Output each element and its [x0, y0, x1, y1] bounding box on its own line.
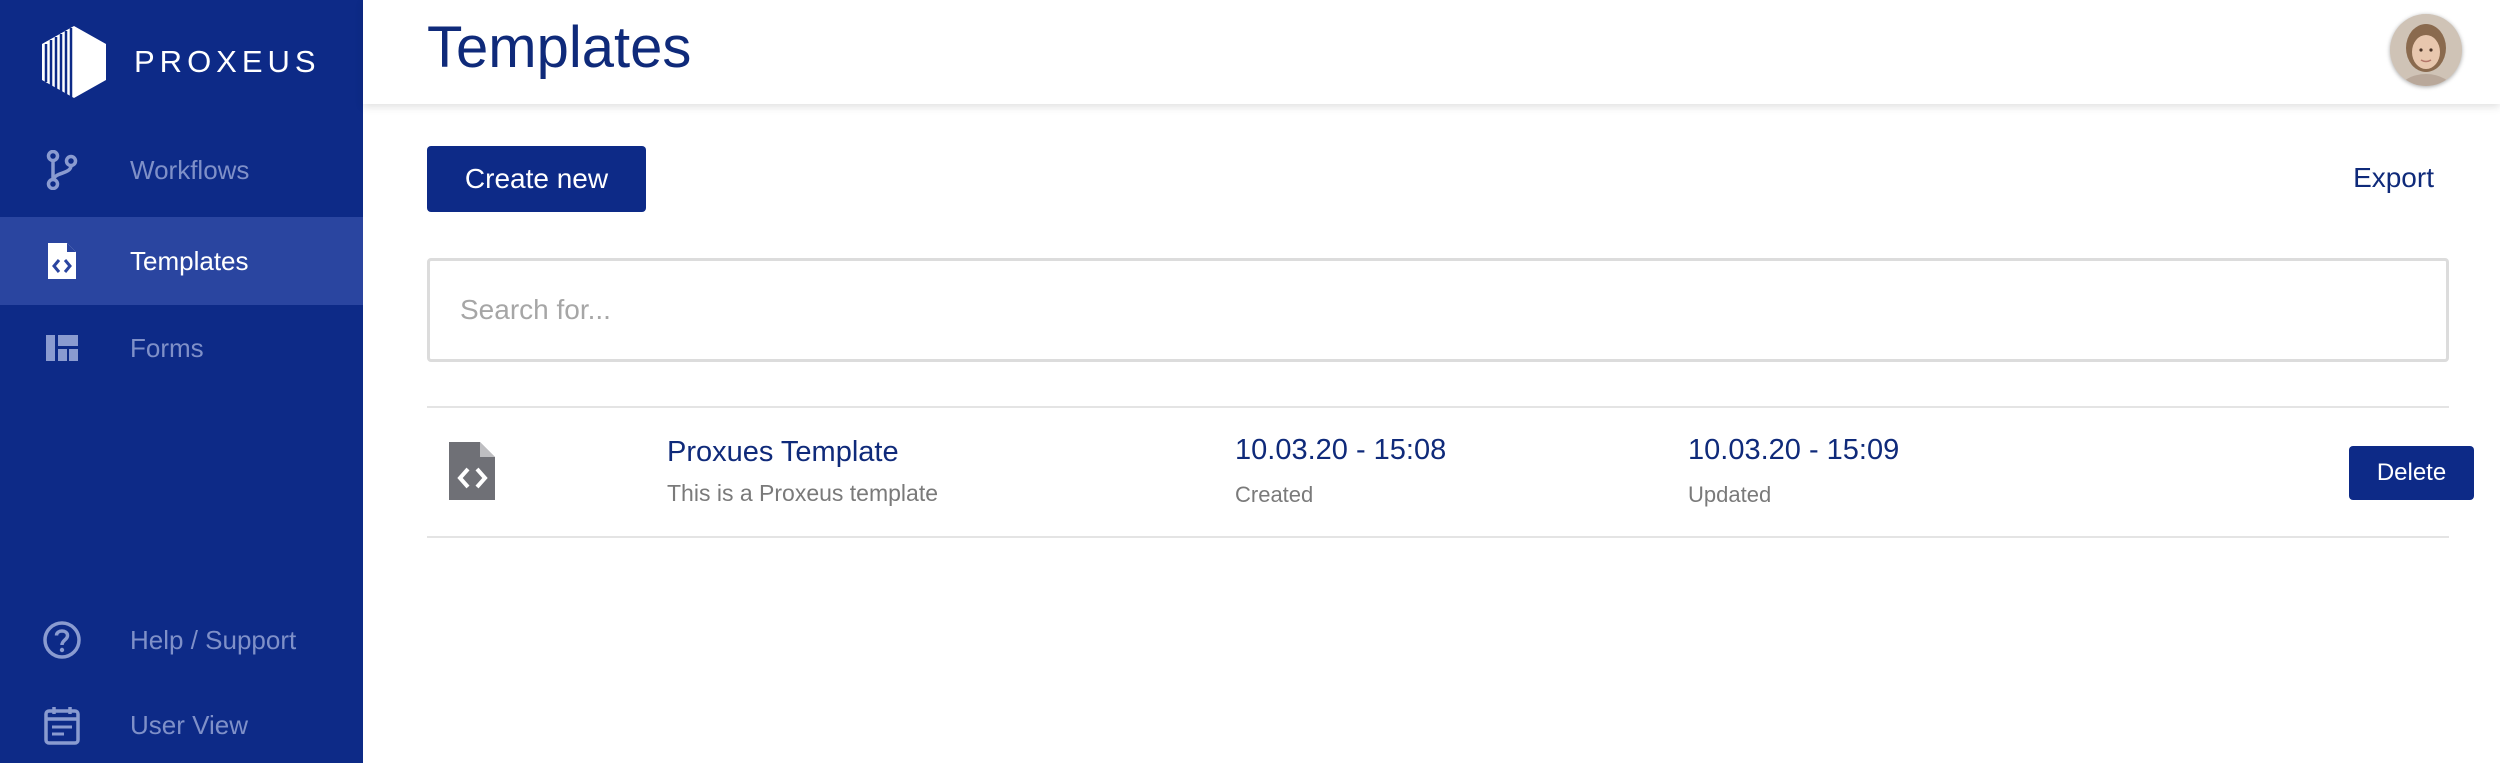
main-content: Create new Export Proxues Template This …	[363, 104, 2500, 763]
sidebar-item-user-view[interactable]: User View	[0, 681, 363, 769]
delete-button[interactable]: Delete	[2349, 446, 2474, 500]
created-date: 10.03.20 - 15:08	[1235, 434, 1447, 466]
sidebar-item-help[interactable]: Help / Support	[0, 596, 363, 684]
template-file-icon	[449, 442, 495, 500]
sidebar: PROXEUS Workflows Templates Forms Help /…	[0, 0, 363, 763]
help-icon	[42, 620, 82, 660]
calendar-icon	[42, 705, 82, 745]
page-title: Templates	[427, 15, 692, 80]
brand-name: PROXEUS	[134, 44, 321, 79]
brand[interactable]: PROXEUS	[40, 24, 321, 100]
template-row[interactable]: Proxues Template This is a Proxeus templ…	[427, 406, 2474, 538]
sidebar-item-label: User View	[130, 709, 249, 740]
sidebar-item-label: Workflows	[130, 154, 250, 185]
updated-label: Updated	[1688, 482, 1772, 507]
sidebar-item-workflows[interactable]: Workflows	[0, 126, 363, 214]
template-icon	[42, 241, 82, 281]
export-link[interactable]: Export	[2353, 162, 2434, 194]
updated-date: 10.03.20 - 15:09	[1688, 434, 1900, 466]
search-input[interactable]	[427, 258, 2449, 362]
template-description: This is a Proxeus template	[667, 480, 939, 506]
workflow-icon	[42, 150, 82, 190]
sidebar-item-label: Templates	[130, 245, 249, 276]
proxeus-logo-icon	[42, 26, 106, 98]
template-name[interactable]: Proxues Template	[667, 436, 899, 469]
user-avatar[interactable]	[2390, 14, 2462, 86]
sidebar-item-label: Forms	[130, 332, 204, 363]
create-new-button[interactable]: Create new	[427, 146, 646, 212]
sidebar-item-templates[interactable]: Templates	[0, 217, 363, 305]
sidebar-item-forms[interactable]: Forms	[0, 304, 363, 392]
forms-icon	[42, 328, 82, 368]
sidebar-item-label: Help / Support	[130, 624, 297, 655]
page-header: Templates	[363, 0, 2500, 104]
created-label: Created	[1235, 482, 1314, 507]
